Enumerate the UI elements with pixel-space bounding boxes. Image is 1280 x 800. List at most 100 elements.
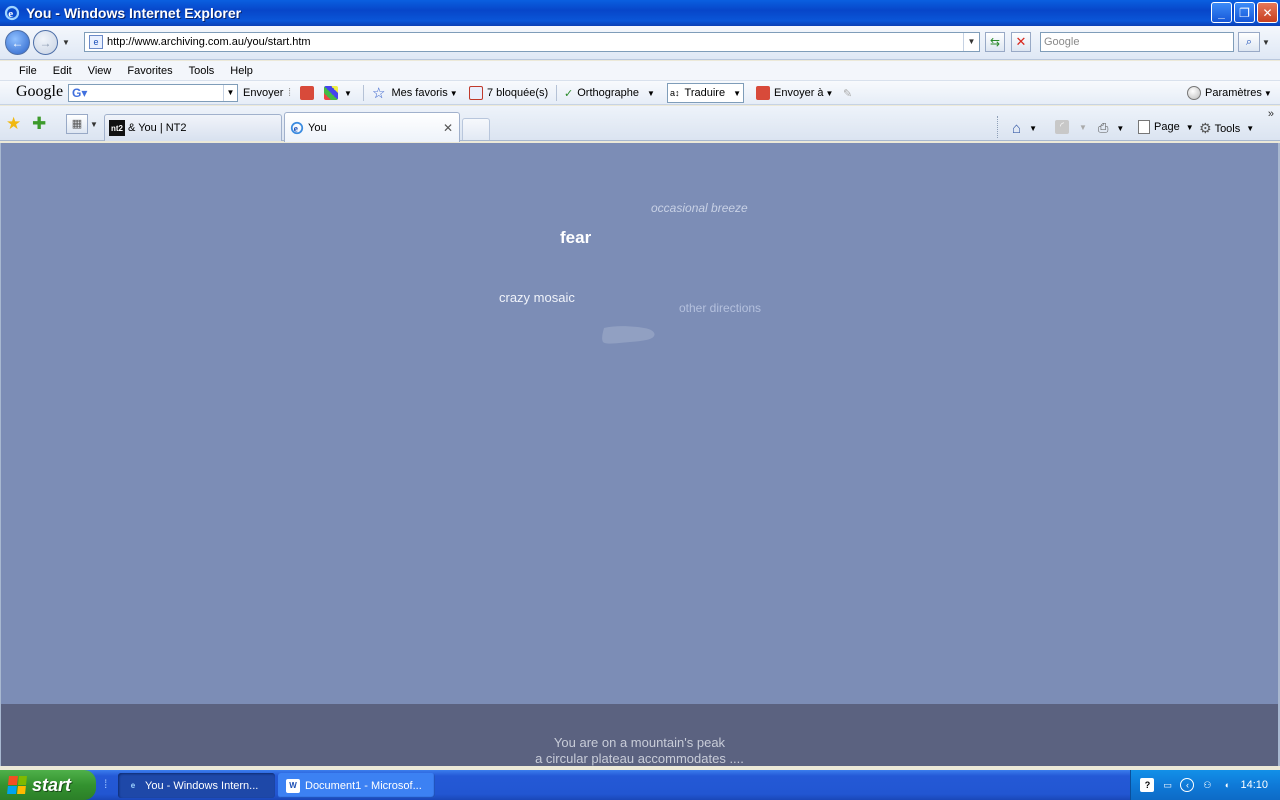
send-to-icon bbox=[756, 86, 770, 100]
chevron-down-icon: ▼ bbox=[1029, 124, 1037, 133]
footer-line-1: You are on a mountain's peak bbox=[553, 735, 726, 750]
menu-view[interactable]: View bbox=[88, 65, 112, 77]
phrase-crazy-mosaic[interactable]: crazy mosaic bbox=[499, 290, 575, 305]
google-search-input[interactable]: G▾ ▼ bbox=[68, 84, 238, 102]
bookmarks-label: Mes favoris bbox=[391, 87, 448, 99]
gallery-icon bbox=[324, 86, 338, 100]
tab-label: & You | NT2 bbox=[128, 122, 187, 134]
recent-pages-dropdown[interactable]: ▼ bbox=[62, 38, 70, 47]
printer-icon: ⎙ bbox=[1098, 120, 1109, 135]
gear-icon: ⚙ bbox=[1199, 120, 1212, 136]
chevron-down-icon: ▼ bbox=[646, 88, 655, 98]
favorites-center-button[interactable]: ★ bbox=[6, 114, 21, 134]
buttons-gallery-button[interactable]: ▼ bbox=[324, 85, 352, 101]
volume-icon[interactable]: ◐ bbox=[1220, 778, 1234, 792]
chevron-left-icon[interactable]: ‹ bbox=[1180, 778, 1195, 792]
tab-nt2[interactable]: nt2 & You | NT2 bbox=[104, 114, 282, 141]
translate-icon: a↕ bbox=[670, 88, 680, 98]
phrase-other-directions[interactable]: other directions bbox=[679, 301, 761, 315]
quick-tabs-button[interactable]: ▦ bbox=[66, 114, 88, 134]
toolbar-grip-icon: ⁞ bbox=[288, 87, 292, 99]
system-tray: ? ▭ ‹ ⚇ ◐ 14:10 bbox=[1130, 770, 1280, 800]
stop-icon: ✕ bbox=[1015, 34, 1027, 49]
tab-list-dropdown[interactable]: ▼ bbox=[90, 120, 98, 129]
home-button[interactable]: ⌂ ▼ bbox=[1012, 120, 1037, 137]
new-tab-button[interactable] bbox=[462, 118, 490, 140]
network-icon[interactable]: ⚇ bbox=[1200, 778, 1214, 792]
search-input[interactable]: Google bbox=[1040, 32, 1234, 52]
menu-help[interactable]: Help bbox=[230, 65, 253, 77]
start-button[interactable]: start bbox=[0, 770, 96, 800]
url-text[interactable]: http://www.archiving.com.au/you/start.ht… bbox=[107, 36, 963, 48]
popup-blocker-icon bbox=[469, 86, 483, 100]
search-button[interactable]: ⌕ bbox=[1238, 32, 1260, 52]
window-title-bar[interactable]: e You - Windows Internet Explorer _ ❐ ✕ bbox=[0, 0, 1280, 26]
chevron-down-icon: ▼ bbox=[449, 88, 458, 98]
page-menu-button[interactable]: Page ▼ bbox=[1138, 120, 1194, 134]
help-icon[interactable]: ? bbox=[1140, 778, 1155, 792]
taskbar-item-label: You - Windows Intern... bbox=[145, 779, 259, 792]
bookmarks-button[interactable]: ☆ Mes favoris ▼ bbox=[372, 85, 458, 102]
spellcheck-button[interactable]: ✓ Orthographe ▼ bbox=[564, 85, 655, 101]
google-send-label: Envoyer bbox=[243, 87, 284, 99]
chevron-down-icon: ▼ bbox=[1079, 122, 1087, 132]
google-send-button[interactable]: Envoyer bbox=[243, 85, 283, 101]
translate-button[interactable]: a↕ Traduire ▼ bbox=[667, 83, 744, 103]
send-to-button[interactable]: Envoyer à ▼ bbox=[756, 85, 833, 101]
monitor-icon[interactable]: ▭ bbox=[1160, 778, 1174, 792]
news-button[interactable] bbox=[300, 85, 318, 101]
arrow-right-icon: → bbox=[39, 35, 52, 50]
menu-tools[interactable]: Tools bbox=[189, 65, 215, 77]
add-favorite-button[interactable]: ✚ bbox=[32, 114, 46, 134]
phrase-fear[interactable]: fear bbox=[560, 228, 591, 248]
minimize-button[interactable]: _ bbox=[1211, 2, 1232, 23]
maximize-button[interactable]: ❐ bbox=[1234, 2, 1255, 23]
address-field[interactable]: e http://www.archiving.com.au/you/start.… bbox=[84, 32, 980, 52]
feeds-button[interactable]: ◜ ▼ bbox=[1055, 120, 1087, 134]
taskbar-item-word[interactable]: W Document1 - Microsof... bbox=[278, 773, 435, 798]
back-button[interactable]: ← bbox=[5, 30, 30, 55]
rss-icon: ◜ bbox=[1055, 120, 1069, 134]
settings-button[interactable]: Paramètres ▼ bbox=[1187, 85, 1272, 101]
pencil-icon: ✎ bbox=[843, 87, 853, 100]
chevron-down-icon: ▼ bbox=[825, 88, 834, 98]
page-icon: e bbox=[89, 35, 103, 49]
clock[interactable]: 14:10 bbox=[1240, 779, 1268, 791]
taskbar-item-ie[interactable]: e You - Windows Intern... bbox=[118, 773, 275, 798]
chevron-down-icon: ▼ bbox=[1185, 122, 1194, 132]
google-search-dropdown[interactable]: ▼ bbox=[223, 85, 237, 101]
grid-icon: ▦ bbox=[71, 118, 83, 130]
news-icon bbox=[300, 86, 314, 100]
close-button[interactable]: ✕ bbox=[1257, 2, 1278, 23]
settings-icon bbox=[1187, 86, 1201, 100]
chevron-down-icon: ▼ bbox=[1246, 124, 1255, 133]
chevron-down-icon: ▼ bbox=[344, 88, 352, 98]
page-menu-label: Page bbox=[1154, 121, 1180, 133]
refresh-button[interactable]: ⇆ bbox=[985, 32, 1005, 52]
nt2-favicon: nt2 bbox=[109, 120, 125, 136]
close-tab-icon[interactable]: ✕ bbox=[443, 121, 453, 135]
phrase-occasional-breeze[interactable]: occasional breeze bbox=[651, 201, 748, 215]
tools-menu-button[interactable]: ⚙ Tools ▼ bbox=[1199, 120, 1254, 137]
home-icon: ⌂ bbox=[1012, 120, 1022, 137]
chevron-down-icon: ▼ bbox=[1263, 88, 1272, 98]
settings-label: Paramètres bbox=[1205, 87, 1262, 99]
menu-edit[interactable]: Edit bbox=[53, 65, 72, 77]
address-dropdown[interactable]: ▼ bbox=[963, 33, 979, 51]
menu-file[interactable]: File bbox=[19, 65, 37, 77]
highlighter-button[interactable]: ✎ bbox=[843, 85, 852, 101]
forward-button[interactable]: → bbox=[33, 30, 58, 55]
search-options-dropdown[interactable]: ▼ bbox=[1262, 38, 1270, 47]
popup-blocker-button[interactable]: 7 bloquée(s) bbox=[469, 85, 548, 101]
search-icon: ⌕ bbox=[1245, 36, 1253, 48]
google-logo[interactable]: Google bbox=[16, 83, 63, 101]
translate-label: Traduire bbox=[684, 87, 726, 99]
menu-favorites[interactable]: Favorites bbox=[127, 65, 172, 77]
ie-icon: e bbox=[130, 781, 136, 790]
toolbar-overflow-icon[interactable]: » bbox=[1268, 108, 1274, 120]
stop-button[interactable]: ✕ bbox=[1011, 32, 1031, 52]
footer-line-2: a circular plateau accommodates .... bbox=[535, 751, 744, 766]
svg-text:e: e bbox=[8, 8, 13, 20]
tab-you[interactable]: e You ✕ bbox=[284, 112, 460, 142]
print-button[interactable]: ⎙ ▼ bbox=[1098, 120, 1124, 136]
